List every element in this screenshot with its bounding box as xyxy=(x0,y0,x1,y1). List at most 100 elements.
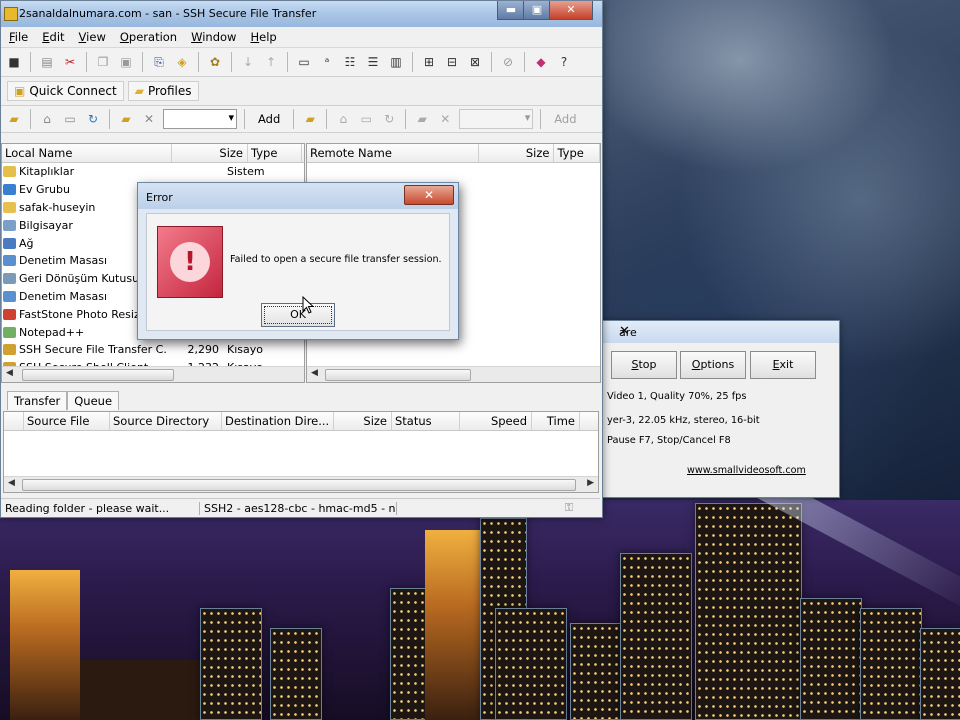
file-icon xyxy=(3,308,16,320)
remote-type-column[interactable]: Type xyxy=(554,144,600,162)
transfer-size-column[interactable]: Size xyxy=(334,412,392,430)
local-horizontal-scrollbar[interactable]: ◀ xyxy=(2,366,304,382)
local-delete-icon[interactable]: ✕ xyxy=(140,110,158,128)
local-add-button[interactable]: Add xyxy=(252,112,286,126)
toolbar-separator xyxy=(326,109,328,129)
file-view-icon-3[interactable]: ⊠ xyxy=(466,53,484,71)
menu-view[interactable]: View xyxy=(79,30,106,44)
disconnect-icon[interactable]: ✂ xyxy=(61,53,79,71)
scroll-left-arrow-icon[interactable]: ◀ xyxy=(6,368,13,378)
save-icon[interactable]: ■ xyxy=(5,53,23,71)
error-dialog-body: ! Failed to open a secure file transfer … xyxy=(146,213,450,331)
remote-refresh-icon[interactable]: ↻ xyxy=(380,110,398,128)
minimize-button[interactable]: ▬ xyxy=(497,1,525,20)
list-view-icon[interactable]: ☰ xyxy=(364,53,382,71)
remote-delete-icon[interactable]: ✕ xyxy=(436,110,454,128)
remote-size-column[interactable]: Size xyxy=(479,144,555,162)
maximize-button[interactable]: ▣ xyxy=(523,1,551,20)
local-type-column[interactable]: Type xyxy=(248,144,302,162)
ok-button[interactable]: OK xyxy=(261,303,335,327)
scroll-left-arrow-icon[interactable]: ◀ xyxy=(311,368,318,378)
new-connection-icon[interactable]: ⎘ xyxy=(150,53,168,71)
transfer-destination-column[interactable]: Destination Dire... xyxy=(222,412,334,430)
transfer-scroll-thumb[interactable] xyxy=(22,479,576,491)
menu-edit[interactable]: Edit xyxy=(42,30,64,44)
local-name-column[interactable]: Local Name xyxy=(2,144,172,162)
error-dialog-close-button[interactable]: ✕ xyxy=(404,185,454,205)
toolbar-separator xyxy=(287,52,288,72)
recorder-website-link[interactable]: www.smallvideosoft.com xyxy=(687,465,806,476)
window-titlebar: 2sanaldalnumara.com - san - SSH Secure F… xyxy=(1,1,602,27)
remote-add-button[interactable]: Add xyxy=(548,112,582,126)
menu-help[interactable]: Help xyxy=(250,30,276,44)
file-icon xyxy=(3,184,16,196)
file-icon xyxy=(3,290,16,302)
recorder-stop-button[interactable]: Stop xyxy=(611,351,677,379)
help-book-icon[interactable]: ◆ xyxy=(532,53,550,71)
upload-icon[interactable]: ↑ xyxy=(262,53,280,71)
profile-icon[interactable]: ◈ xyxy=(173,53,191,71)
recorder-options-button[interactable]: Options xyxy=(680,351,746,379)
print-icon[interactable]: ▤ xyxy=(38,53,56,71)
recorder-video-info: Video 1, Quality 70%, 25 fps xyxy=(607,391,747,402)
local-file-row[interactable]: SSH Secure File Transfer C... 2,290 Kısayo xyxy=(2,341,304,359)
terminal-icon[interactable]: ▭ xyxy=(295,53,313,71)
profiles-button[interactable]: ▰ Profiles xyxy=(127,81,199,101)
scroll-right-arrow-icon[interactable]: ▶ xyxy=(587,478,594,488)
transfer-speed-column[interactable]: Speed xyxy=(460,412,532,430)
local-new-folder-icon[interactable]: ▭ xyxy=(61,110,79,128)
menu-file[interactable]: File xyxy=(9,30,28,44)
remote-horizontal-scrollbar[interactable]: ◀ xyxy=(307,366,600,382)
details-view-icon[interactable]: ▥ xyxy=(387,53,405,71)
transfer-status-column[interactable]: Status xyxy=(392,412,460,430)
local-size-column[interactable]: Size xyxy=(172,144,248,162)
settings-icon[interactable]: ✿ xyxy=(206,53,224,71)
remote-name-column[interactable]: Remote Name xyxy=(307,144,480,162)
file-icon xyxy=(3,219,16,231)
local-scroll-thumb[interactable] xyxy=(22,369,174,381)
local-path-combo[interactable] xyxy=(163,109,237,129)
remote-list-header: Remote Name Size Type xyxy=(307,144,600,163)
local-file-name: SSH Secure File Transfer C... xyxy=(19,343,167,357)
remote-folder-up-icon[interactable]: ▰ xyxy=(301,110,319,128)
toolbar-separator xyxy=(30,52,31,72)
local-open-icon[interactable]: ▰ xyxy=(117,110,135,128)
remote-home-icon[interactable]: ⌂ xyxy=(334,110,352,128)
transfer-time-column[interactable]: Time xyxy=(532,412,580,430)
close-button[interactable]: ✕ xyxy=(549,1,593,20)
local-refresh-icon[interactable]: ↻ xyxy=(84,110,102,128)
tab-transfer[interactable]: Transfer xyxy=(7,391,68,410)
tree-view-icon[interactable]: ☷ xyxy=(341,53,359,71)
file-view-icon-1[interactable]: ⊞ xyxy=(420,53,438,71)
context-help-icon[interactable]: ? xyxy=(555,53,573,71)
scroll-left-arrow-icon[interactable]: ◀ xyxy=(8,478,15,488)
connection-bar: ▣ Quick Connect ▰ Profiles xyxy=(1,77,602,106)
toolbar-separator xyxy=(198,52,199,72)
local-home-icon[interactable]: ⌂ xyxy=(38,110,56,128)
transfer-source-file-column[interactable]: Source File xyxy=(24,412,110,430)
menu-operation[interactable]: Operation xyxy=(120,30,177,44)
recorder-close-button[interactable]: ✕ xyxy=(619,324,833,339)
transfer-source-directory-column[interactable]: Source Directory xyxy=(110,412,222,430)
local-folder-up-icon[interactable]: ▰ xyxy=(5,110,23,128)
menu-window[interactable]: Window xyxy=(191,30,236,44)
file-view-icon-2[interactable]: ⊟ xyxy=(443,53,461,71)
building xyxy=(10,570,80,720)
toolbar-separator xyxy=(142,52,143,72)
copy-icon[interactable]: ❐ xyxy=(94,53,112,71)
remote-new-folder-icon[interactable]: ▭ xyxy=(357,110,375,128)
download-icon[interactable]: ↓ xyxy=(239,53,257,71)
remote-scroll-thumb[interactable] xyxy=(325,369,471,381)
sort-icon[interactable]: ᵃ xyxy=(318,53,336,71)
quick-connect-button[interactable]: ▣ Quick Connect xyxy=(7,81,124,101)
file-icon xyxy=(3,255,16,267)
remote-open-icon[interactable]: ▰ xyxy=(413,110,431,128)
transfer-direction-column[interactable] xyxy=(4,412,24,430)
local-file-row[interactable]: Kitaplıklar Sistem xyxy=(2,163,304,181)
recorder-exit-button[interactable]: Exit xyxy=(750,351,816,379)
transfer-horizontal-scrollbar[interactable]: ◀ ▶ xyxy=(4,476,598,492)
remote-path-combo[interactable] xyxy=(459,109,534,129)
paste-icon[interactable]: ▣ xyxy=(117,53,135,71)
stop-icon[interactable]: ⊘ xyxy=(499,53,517,71)
tab-queue[interactable]: Queue xyxy=(67,391,120,410)
